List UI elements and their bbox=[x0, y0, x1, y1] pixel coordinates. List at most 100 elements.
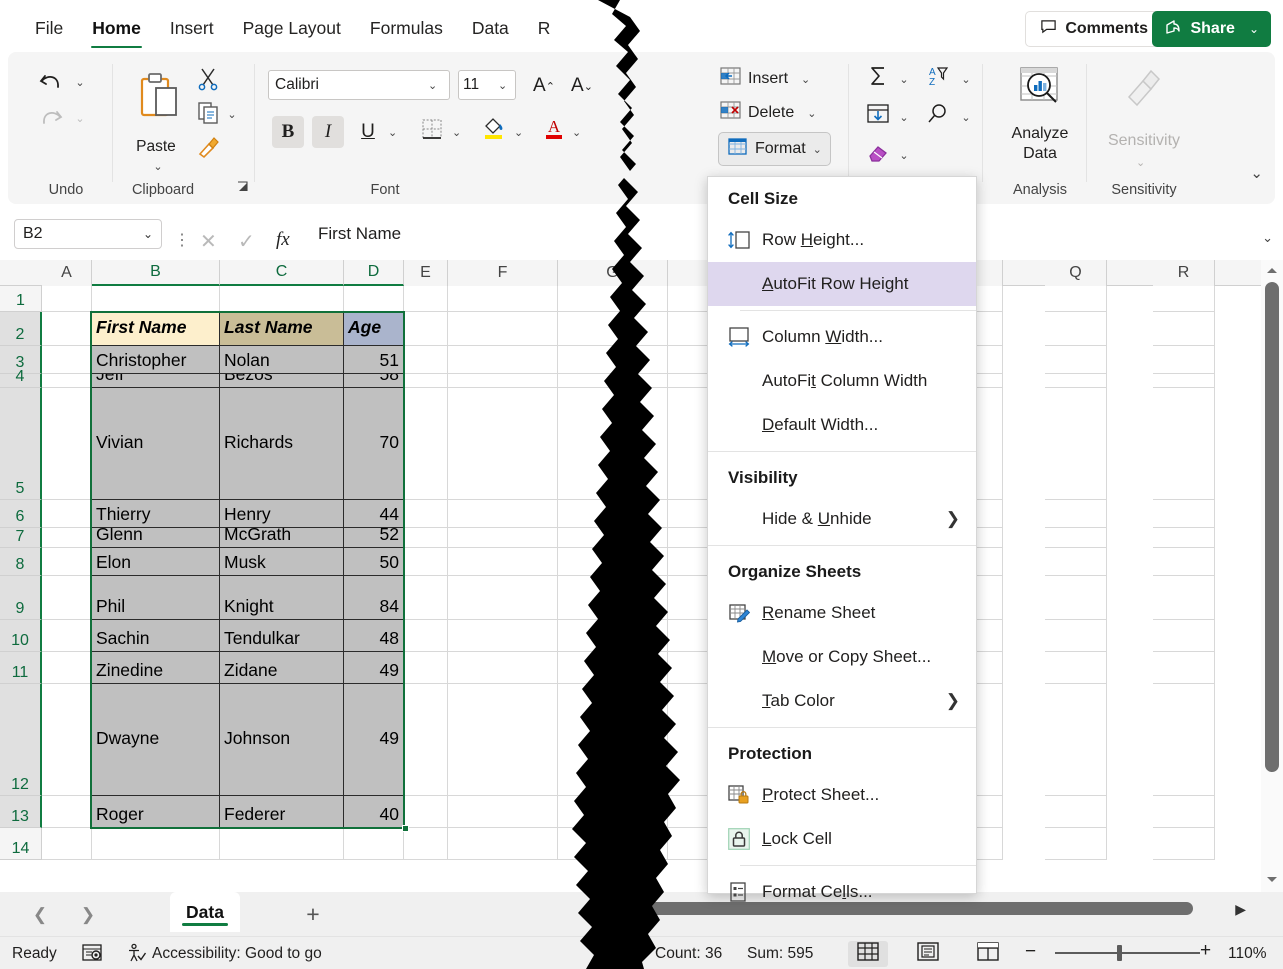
cell-F10[interactable] bbox=[448, 620, 558, 652]
format-painter-button[interactable] bbox=[192, 132, 224, 162]
cell-Q14[interactable] bbox=[1045, 828, 1107, 860]
insert-function-icon[interactable]: fx bbox=[276, 229, 290, 251]
cell-E9[interactable] bbox=[404, 576, 448, 620]
table-cell[interactable]: Sachin bbox=[92, 620, 220, 652]
row-header-4[interactable]: 4 bbox=[0, 374, 42, 388]
cell-G14[interactable] bbox=[558, 828, 668, 860]
cell-C14[interactable] bbox=[220, 828, 344, 860]
format-dropdown-menu[interactable]: Cell SizeRow Height...AutoFit Row Height… bbox=[707, 176, 977, 894]
accessibility-status[interactable]: Accessibility: Good to go bbox=[152, 945, 322, 963]
ribbon-tab-page-layout[interactable]: Page Layout bbox=[230, 14, 354, 43]
vertical-scroll-thumb[interactable] bbox=[1265, 282, 1279, 772]
cell-F5[interactable] bbox=[448, 388, 558, 500]
table-cell[interactable]: 48 bbox=[344, 620, 404, 652]
column-header-C[interactable]: C bbox=[220, 260, 344, 286]
cell-G7[interactable] bbox=[558, 528, 668, 548]
cell-R4[interactable] bbox=[1153, 374, 1215, 388]
font-size-input[interactable] bbox=[458, 70, 516, 100]
share-chevron-icon[interactable]: ⌄ bbox=[1249, 22, 1259, 36]
menu-item-column-width[interactable]: Column Width... bbox=[708, 315, 976, 359]
insert-cells-chevron-icon[interactable]: ⌄ bbox=[801, 73, 810, 86]
share-button[interactable]: Share ⌄ bbox=[1152, 11, 1271, 47]
name-box[interactable]: B2 ⌄ bbox=[14, 219, 162, 249]
sensitivity-chevron-icon[interactable]: ⌄ bbox=[1136, 156, 1145, 169]
cell-A5[interactable] bbox=[42, 388, 92, 500]
cell-E6[interactable] bbox=[404, 500, 448, 528]
formula-bar-grip[interactable]: ⋮ bbox=[174, 230, 190, 250]
column-header-B[interactable]: B bbox=[92, 260, 220, 286]
cell-R6[interactable] bbox=[1153, 500, 1215, 528]
zoom-level-label[interactable]: 110% bbox=[1228, 945, 1267, 963]
cell-A9[interactable] bbox=[42, 576, 92, 620]
cell-F8[interactable] bbox=[448, 548, 558, 576]
cell-E2[interactable] bbox=[404, 312, 448, 346]
cell-A7[interactable] bbox=[42, 528, 92, 548]
autosum-chevron-icon[interactable]: ⌄ bbox=[896, 71, 912, 87]
column-header-F[interactable]: F bbox=[448, 260, 558, 286]
table-cell[interactable]: Zinedine bbox=[92, 652, 220, 684]
table-cell[interactable]: Thierry bbox=[92, 500, 220, 528]
underline-chevron-icon[interactable]: ⌄ bbox=[388, 126, 397, 139]
italic-button[interactable]: I bbox=[312, 116, 344, 148]
cell-E10[interactable] bbox=[404, 620, 448, 652]
cell-F2[interactable] bbox=[448, 312, 558, 346]
shrink-font-button[interactable]: A⌄ bbox=[566, 70, 598, 102]
row-header-12[interactable]: 12 bbox=[0, 684, 42, 796]
cell-Q3[interactable] bbox=[1045, 346, 1107, 374]
table-cell[interactable]: 44 bbox=[344, 500, 404, 528]
scroll-right-arrow-icon[interactable]: ▶ bbox=[1235, 901, 1246, 918]
font-color-button[interactable]: A bbox=[538, 114, 570, 146]
menu-item-format-cells[interactable]: Format Cells... bbox=[708, 870, 976, 914]
insert-cells-button[interactable]: Insert ⌄ bbox=[720, 66, 810, 92]
ribbon-tab-data[interactable]: Data bbox=[459, 14, 522, 43]
cell-R5[interactable] bbox=[1153, 388, 1215, 500]
cell-Q9[interactable] bbox=[1045, 576, 1107, 620]
menu-item-autofit-column-width[interactable]: AutoFit Column Width bbox=[708, 359, 976, 403]
column-header-E[interactable]: E bbox=[404, 260, 448, 286]
sort-filter-button[interactable]: AZ bbox=[922, 62, 956, 94]
record-macro-icon[interactable] bbox=[82, 943, 102, 968]
format-cells-button[interactable]: Format ⌄ bbox=[718, 132, 831, 166]
cell-A6[interactable] bbox=[42, 500, 92, 528]
undo-dropdown-chevron-icon[interactable]: ⌄ bbox=[72, 74, 88, 90]
cell-A3[interactable] bbox=[42, 346, 92, 374]
sort-filter-chevron-icon[interactable]: ⌄ bbox=[958, 71, 974, 87]
cell-E1[interactable] bbox=[404, 286, 448, 312]
cell-R2[interactable] bbox=[1153, 312, 1215, 346]
table-cell[interactable]: Musk bbox=[220, 548, 344, 576]
cut-button[interactable] bbox=[192, 64, 224, 94]
comments-button[interactable]: Comments bbox=[1025, 11, 1163, 47]
vertical-scrollbar[interactable] bbox=[1261, 260, 1283, 892]
table-cell[interactable]: Dwayne bbox=[92, 684, 220, 796]
add-sheet-button[interactable]: + bbox=[300, 902, 326, 926]
cell-R10[interactable] bbox=[1153, 620, 1215, 652]
accessibility-icon[interactable] bbox=[126, 943, 146, 968]
cell-B1[interactable] bbox=[92, 286, 220, 312]
cell-A11[interactable] bbox=[42, 652, 92, 684]
cell-R14[interactable] bbox=[1153, 828, 1215, 860]
font-name-chevron-icon[interactable]: ⌄ bbox=[428, 79, 437, 92]
table-cell[interactable]: Nolan bbox=[220, 346, 344, 374]
cell-F3[interactable] bbox=[448, 346, 558, 374]
table-cell[interactable]: 50 bbox=[344, 548, 404, 576]
scroll-down-arrow-icon[interactable] bbox=[1265, 872, 1279, 886]
menu-item-protect-sheet[interactable]: Protect Sheet... bbox=[708, 773, 976, 817]
cell-A4[interactable] bbox=[42, 374, 92, 388]
cell-G2[interactable] bbox=[558, 312, 668, 346]
table-cell[interactable]: Knight bbox=[220, 576, 344, 620]
paste-button[interactable] bbox=[134, 66, 184, 132]
cell-F1[interactable] bbox=[448, 286, 558, 312]
row-header-8[interactable]: 8 bbox=[0, 548, 42, 576]
zoom-slider-track[interactable] bbox=[1055, 952, 1200, 954]
column-header-R[interactable]: R bbox=[1153, 260, 1215, 286]
table-cell[interactable]: McGrath bbox=[220, 528, 344, 548]
ribbon-tab-insert[interactable]: Insert bbox=[157, 14, 227, 43]
cell-G4[interactable] bbox=[558, 374, 668, 388]
spreadsheet-grid[interactable]: ABCDEFGHIJKQR 1234567891011121314 First … bbox=[0, 260, 1283, 892]
cell-D14[interactable] bbox=[344, 828, 404, 860]
menu-item-rename-sheet[interactable]: Rename Sheet bbox=[708, 591, 976, 635]
clipboard-dialog-launcher-icon[interactable] bbox=[236, 180, 249, 198]
cell-Q7[interactable] bbox=[1045, 528, 1107, 548]
redo-dropdown-chevron-icon[interactable]: ⌄ bbox=[72, 110, 88, 126]
page-break-view-button[interactable] bbox=[968, 941, 1008, 967]
